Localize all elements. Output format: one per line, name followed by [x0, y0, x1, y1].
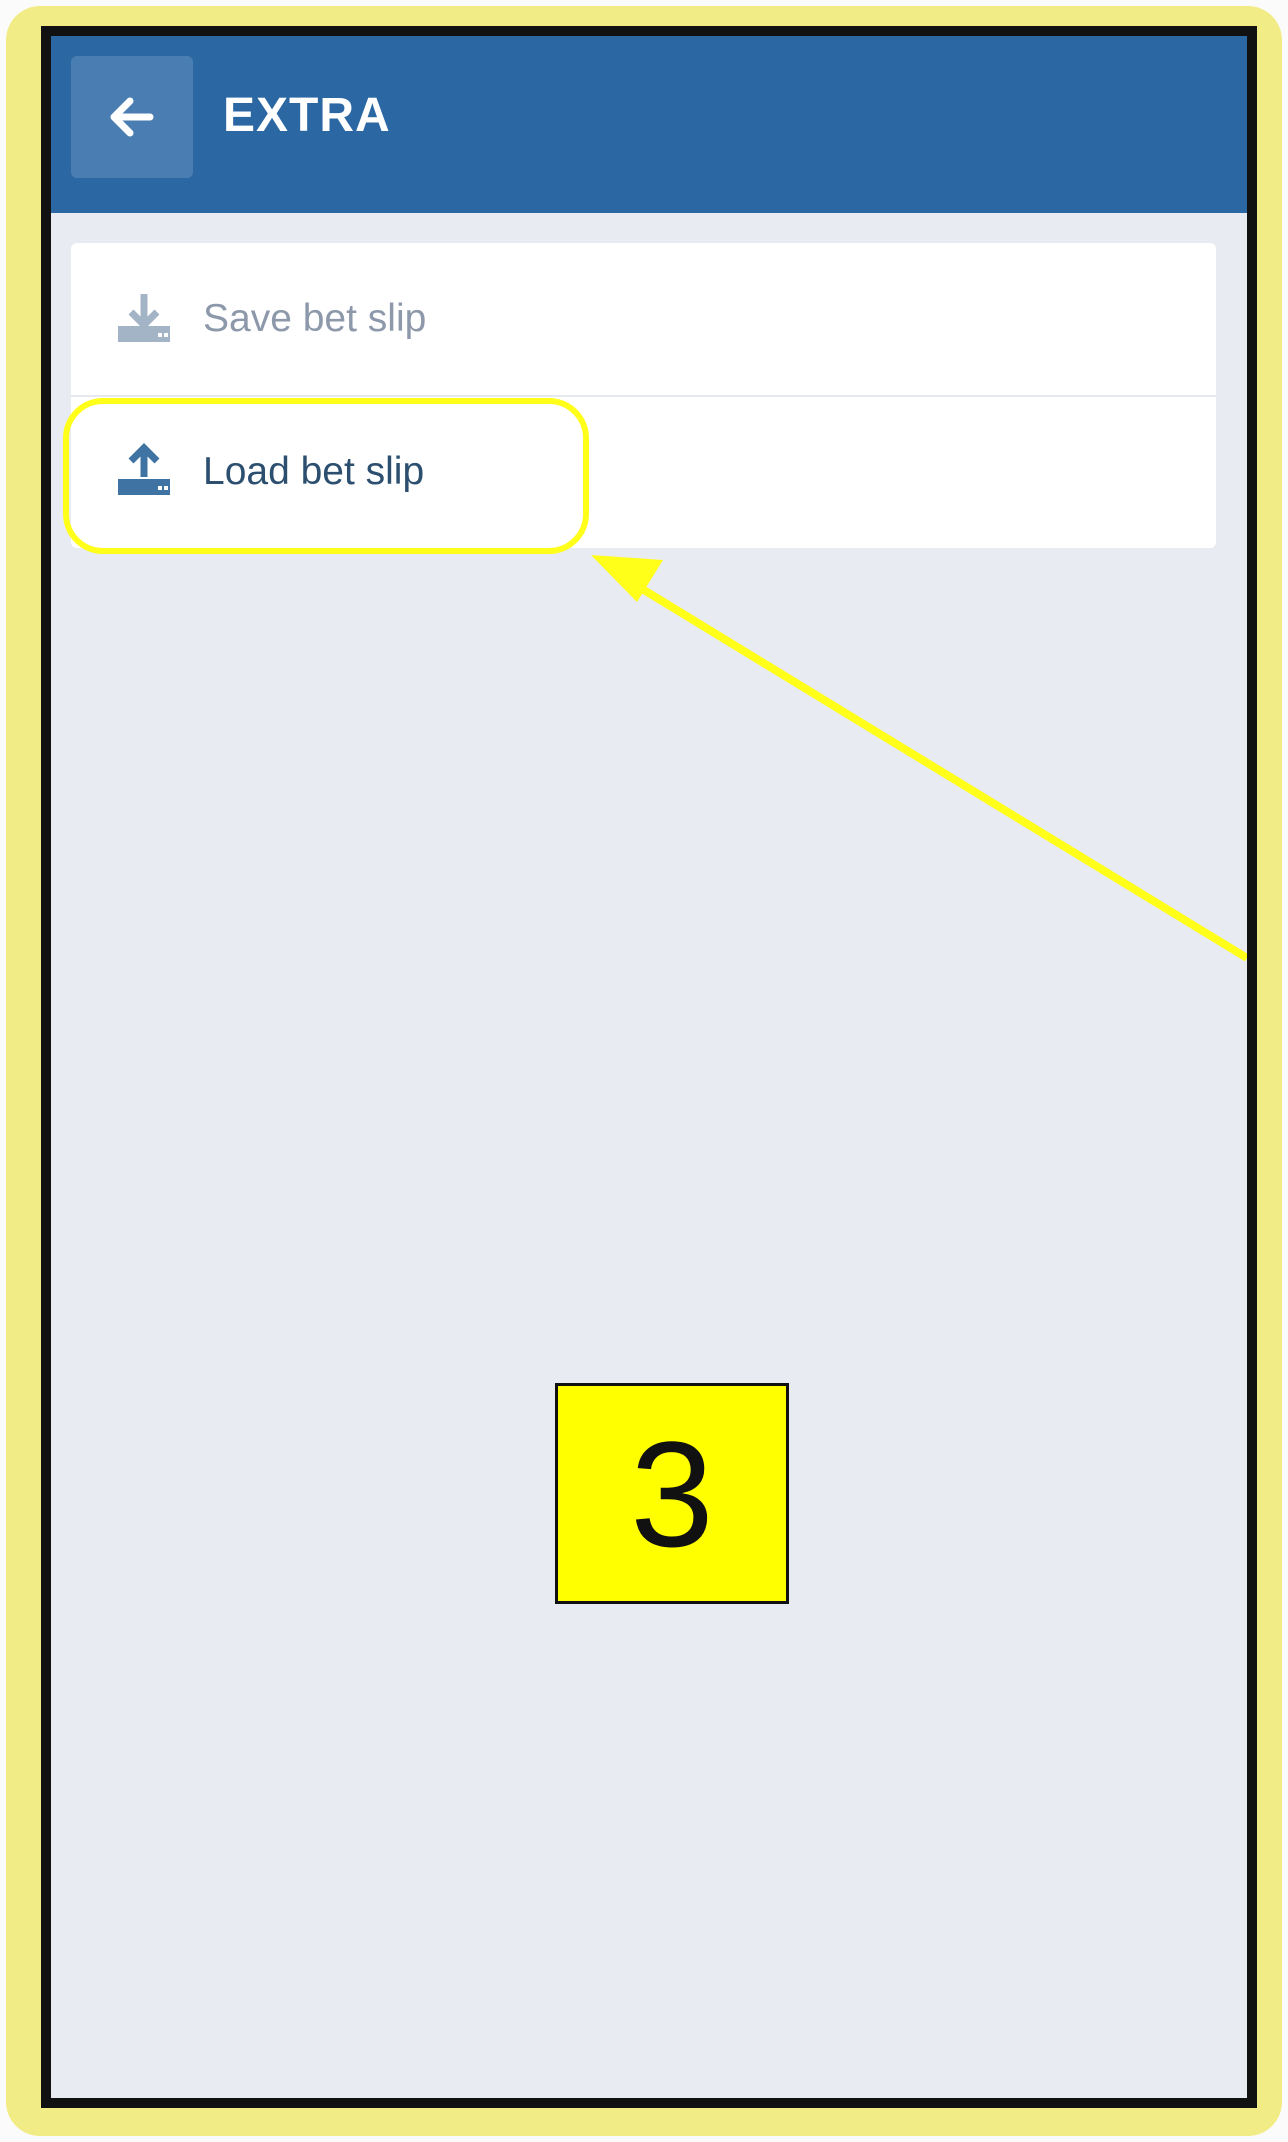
arrow-left-icon: [110, 97, 154, 137]
phone-screen: EXTRA Save bet slip Load bet slip 3: [41, 26, 1257, 2108]
back-button[interactable]: [71, 56, 193, 178]
save-bet-slip-item[interactable]: Save bet slip: [71, 243, 1216, 397]
download-icon: [118, 294, 170, 342]
step-number-badge: 3: [555, 1383, 789, 1604]
save-bet-slip-label: Save bet slip: [203, 297, 427, 340]
step-number: 3: [630, 1409, 714, 1578]
app-header: EXTRA: [51, 36, 1247, 213]
load-bet-slip-item[interactable]: Load bet slip: [71, 396, 1216, 548]
upload-icon: [118, 443, 170, 495]
page-title: EXTRA: [223, 89, 391, 142]
menu-card: Save bet slip Load bet slip: [71, 243, 1216, 548]
load-bet-slip-label: Load bet slip: [203, 450, 425, 493]
